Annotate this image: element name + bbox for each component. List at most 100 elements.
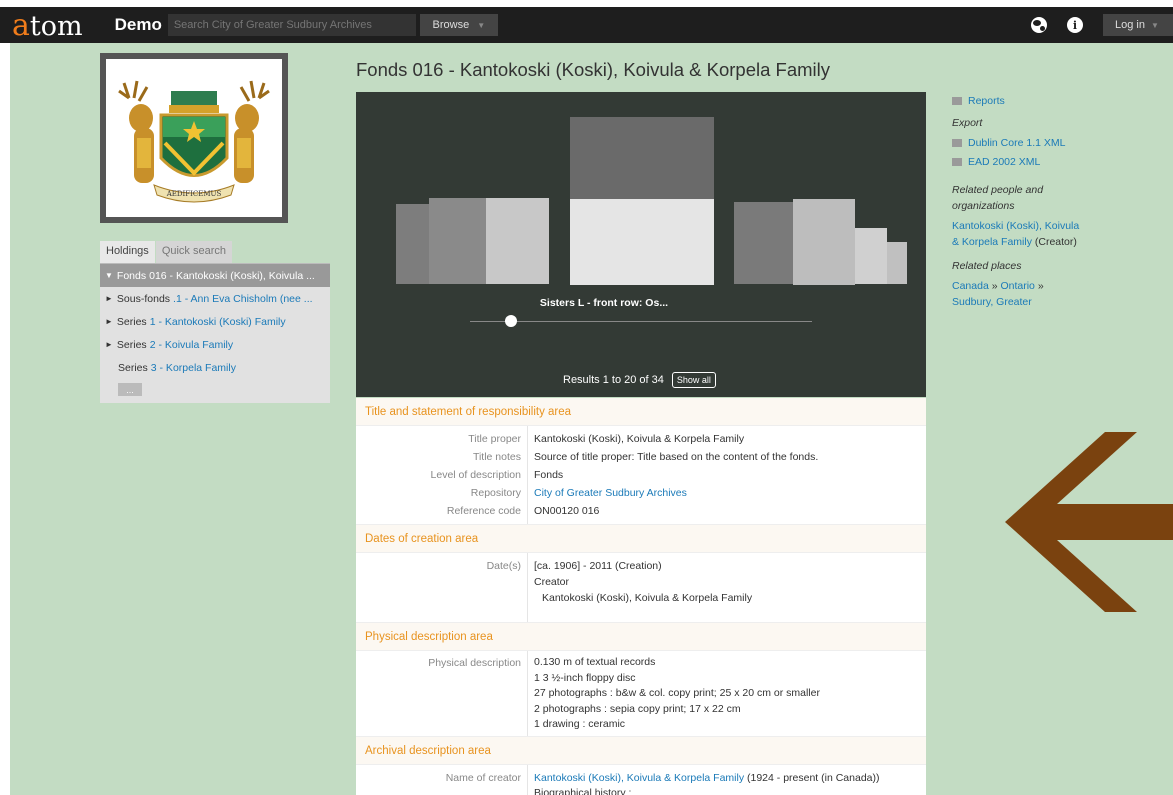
tree-item-fonds[interactable]: ▼ Fonds 016 - Kantokoski (Koski), Koivul… <box>100 264 330 287</box>
export-ead-link[interactable]: EAD 2002 XML <box>968 156 1040 168</box>
field-label: Level of description <box>430 469 521 481</box>
browse-menu-button[interactable]: Browse ▼ <box>419 14 498 36</box>
carousel-thumbnail-active-back <box>570 199 714 285</box>
tree-item-level: Series <box>116 338 147 351</box>
level-value: Fonds <box>534 469 564 481</box>
page-title: Fonds 016 - Kantokoski (Koski), Koivula … <box>356 59 831 80</box>
holdings-tree: ▼ Fonds 016 - Kantokoski (Koski), Koivul… <box>100 263 330 403</box>
extent-line: 0.130 m of textual records <box>534 656 656 668</box>
section-title-area[interactable]: Title and statement of responsibility ar… <box>356 398 926 426</box>
carousel-thumbnail[interactable] <box>734 202 794 284</box>
physical-fields: Physical description 0.130 m of textual … <box>356 651 926 737</box>
extent-line: 2 photographs : sepia copy print; 17 x 2… <box>534 702 741 715</box>
field-label: Physical description <box>428 657 521 669</box>
related-people-heading-cont: organizations <box>952 200 1015 212</box>
section-archival-area[interactable]: Archival description area <box>356 737 926 765</box>
export-dublin-core-link[interactable]: Dublin Core 1.1 XML <box>968 137 1065 149</box>
info-icon[interactable]: i <box>1067 17 1083 33</box>
chevron-down-icon: ▼ <box>477 20 486 30</box>
field-label: Name of creator <box>445 772 521 784</box>
related-person-link-cont[interactable]: & Korpela Family <box>952 236 1032 248</box>
tree-item-level: Series <box>118 361 148 374</box>
show-all-button[interactable]: Show all <box>671 372 716 388</box>
field-label: Repository <box>470 487 521 499</box>
site-name[interactable]: Demo <box>115 15 162 35</box>
triangle-right-icon[interactable]: ► <box>105 317 113 326</box>
creator-value: Kantokoski (Koski), Koivula & Korpela Fa… <box>542 592 753 604</box>
tree-item-series-3[interactable]: Series 3 - Korpela Family <box>100 356 330 379</box>
field-label: Title proper <box>468 433 521 445</box>
place-link-ontario[interactable]: Ontario <box>1000 280 1034 292</box>
date-value: [ca. 1906] - 2011 (Creation) <box>534 560 662 572</box>
extent-line: 1 3 ½-inch floppy disc <box>534 671 636 684</box>
atom-logo[interactable]: a tom <box>12 8 83 43</box>
export-heading: Export <box>952 117 983 129</box>
upload-icon <box>952 139 962 148</box>
related-people-heading: Related people and <box>952 184 1044 196</box>
place-link-sudbury[interactable]: Sudbury, Greater <box>952 296 1032 308</box>
triangle-right-icon[interactable]: ► <box>105 294 113 303</box>
field-values: 0.130 m of textual records 1 3 ½-inch fl… <box>528 651 926 736</box>
globe-icon[interactable] <box>1031 17 1047 33</box>
tree-item-series-1[interactable]: ► Series 1 - Kantokoski (Koski) Family <box>100 310 330 333</box>
carousel-thumbnail[interactable] <box>429 198 489 284</box>
related-person-role: (Creator) <box>1031 236 1077 248</box>
search-input[interactable] <box>167 14 416 36</box>
chevron-down-icon: ▼ <box>1150 20 1159 30</box>
title-proper-value: Kantokoski (Koski), Koivula & Korpela Fa… <box>534 433 745 445</box>
extent-line: 27 photographs : b&w & col. copy print; … <box>534 687 820 699</box>
dates-fields: Date(s) [ca. 1906] - 2011 (Creation) Cre… <box>356 553 926 623</box>
triangle-right-icon[interactable]: ► <box>105 340 113 349</box>
coat-of-arms-image: AEDIFICEMUS <box>118 80 270 203</box>
tree-item-series-2[interactable]: ► Series 2 - Koivula Family <box>100 333 330 356</box>
tree-item-link[interactable]: 1 - Kantokoski (Koski) Family <box>150 316 286 328</box>
field-values: Kantokoski (Koski), Koivula & Korpela Fa… <box>528 765 926 795</box>
tree-item-sous-fonds[interactable]: ► Sous-fonds .1 - Ann Eva Chisholm (nee … <box>100 287 330 310</box>
carousel-thumbnail[interactable] <box>486 198 549 284</box>
carousel-results: Results 1 to 20 of 34 Show all <box>563 372 716 388</box>
field-values: Kantokoski (Koski), Koivula & Korpela Fa… <box>528 426 926 524</box>
carousel-caption: Sisters L - front row: Os... <box>539 297 669 309</box>
title-fields: Title proper Title notes Level of descri… <box>356 426 926 525</box>
description-content: Title and statement of responsibility ar… <box>356 398 926 795</box>
tab-quick-search[interactable]: Quick search <box>155 241 233 263</box>
section-dates-area[interactable]: Dates of creation area <box>356 525 926 553</box>
reports-link[interactable]: Reports <box>968 95 1005 107</box>
tree-item-link[interactable]: .1 - Ann Eva Chisholm (nee ... <box>173 293 312 305</box>
repository-link[interactable]: City of Greater Sudbury Archives <box>534 487 687 499</box>
carousel-thumbnail-active[interactable] <box>570 117 714 199</box>
field-values: [ca. 1906] - 2011 (Creation) Creator Kan… <box>528 553 926 622</box>
related-person-link[interactable]: Kantokoski (Koski), Koivula <box>952 220 1079 232</box>
more-button[interactable]: ... <box>118 383 142 396</box>
carousel-thumbnail[interactable] <box>887 242 907 284</box>
carousel-thumbnail[interactable] <box>793 199 855 285</box>
carousel-slider-handle[interactable] <box>505 315 517 327</box>
tree-item-link[interactable]: 3 - Korpela Family <box>151 362 236 374</box>
place-link-canada[interactable]: Canada <box>952 280 989 292</box>
tab-holdings[interactable]: Holdings <box>100 241 155 263</box>
login-button[interactable]: Log in ▼ <box>1103 14 1173 36</box>
field-label: Date(s) <box>486 560 521 572</box>
field-labels: Title proper Title notes Level of descri… <box>356 426 528 524</box>
reference-code-value: ON00120 016 <box>534 505 600 517</box>
field-labels: Physical description <box>356 651 528 736</box>
browse-label: Browse <box>432 19 470 31</box>
triangle-down-icon[interactable]: ▼ <box>105 271 113 280</box>
right-context-menu: Reports Export Dublin Core 1.1 XML EAD 2… <box>952 93 1102 310</box>
tree-item-level: Sous-fonds <box>116 292 171 305</box>
carousel-slider-track[interactable] <box>470 321 812 322</box>
results-text: Results 1 to 20 of 34 <box>563 374 664 386</box>
field-labels: Date(s) <box>356 553 528 622</box>
tree-item-level: Series <box>116 315 147 328</box>
place-separator: » <box>1034 280 1044 292</box>
creator-link[interactable]: Kantokoski (Koski), Koivula & Korpela Fa… <box>534 772 744 784</box>
tree-item-link[interactable]: 016 - Kantokoski (Koski), Koivula ... <box>149 270 315 282</box>
carousel-thumbnail[interactable] <box>855 228 887 284</box>
logo-a: a <box>12 7 30 43</box>
archival-fields: Name of creator Kantokoski (Koski), Koiv… <box>356 765 926 795</box>
tree-item-link[interactable]: 2 - Koivula Family <box>150 339 233 351</box>
biographical-history-label: Biographical history : <box>534 787 632 795</box>
logo-text: tom <box>29 10 83 42</box>
section-physical-area[interactable]: Physical description area <box>356 623 926 651</box>
top-navbar: atom Demo Browse ▼ i Log in ▼ <box>0 7 1173 43</box>
